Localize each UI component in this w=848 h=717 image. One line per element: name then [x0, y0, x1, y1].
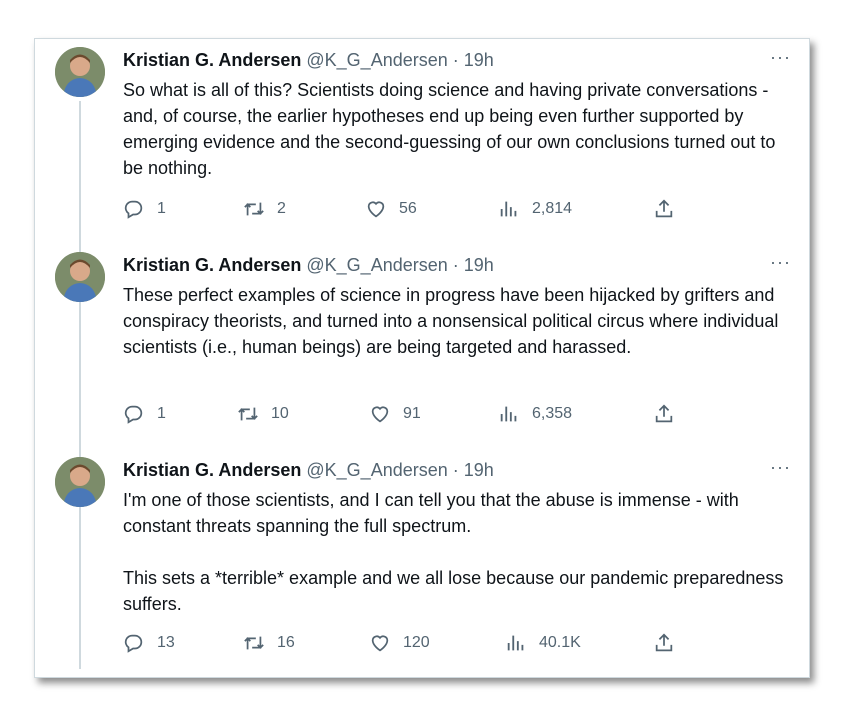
author-handle[interactable]: @K_G_Andersen — [306, 50, 447, 70]
reply-icon — [124, 405, 143, 424]
retweet-icon — [244, 202, 264, 216]
share-icon — [655, 633, 673, 652]
like-button[interactable]: 56 — [365, 197, 417, 221]
reply-count: 1 — [157, 200, 166, 217]
tweet-paragraph: I'm one of those scientists, and I can t… — [123, 490, 739, 536]
retweet-button[interactable]: 10 — [237, 402, 289, 426]
like-count: 120 — [403, 634, 430, 651]
share-button[interactable] — [653, 197, 687, 221]
views-count: 2,814 — [532, 200, 573, 217]
tweet-text: I'm one of those scientists, and I can t… — [123, 487, 793, 617]
separator: · — [452, 50, 459, 70]
author-name[interactable]: Kristian G. Andersen — [123, 50, 301, 70]
share-button[interactable] — [653, 631, 687, 655]
retweet-button[interactable]: 2 — [243, 197, 286, 221]
tweet-paragraph: So what is all of this? Scientists doing… — [123, 80, 776, 178]
like-icon — [371, 635, 389, 652]
views-count: 40.1K — [539, 634, 581, 651]
like-icon — [367, 201, 385, 218]
reply-icon — [124, 200, 143, 219]
avatar[interactable] — [55, 457, 105, 507]
reply-button[interactable]: 1 — [123, 197, 166, 221]
like-button[interactable]: 120 — [369, 631, 430, 655]
views-icon — [500, 201, 517, 217]
views-button[interactable]: 6,358 — [498, 402, 572, 426]
author-handle[interactable]: @K_G_Andersen — [306, 460, 447, 480]
timestamp[interactable]: 19h — [464, 50, 494, 70]
retweet-count: 2 — [277, 200, 286, 217]
views-icon — [507, 635, 524, 651]
separator: · — [452, 460, 459, 480]
share-icon — [655, 199, 673, 218]
more-options-button[interactable]: ··· — [770, 457, 791, 477]
retweet-count: 10 — [271, 405, 289, 422]
retweet-button[interactable]: 16 — [243, 631, 295, 655]
like-icon — [371, 406, 389, 423]
retweet-count: 16 — [277, 634, 295, 651]
like-button[interactable]: 91 — [369, 402, 421, 426]
tweet-actions: 1 10 91 6,358 — [123, 402, 723, 426]
share-icon — [655, 404, 673, 423]
tweet-paragraph: This sets a *terrible* example and we al… — [123, 568, 784, 614]
timestamp[interactable]: 19h — [464, 460, 494, 480]
tweet-header: Kristian G. Andersen @K_G_Andersen · 19h — [123, 49, 494, 71]
tweet-header: Kristian G. Andersen @K_G_Andersen · 19h — [123, 459, 494, 481]
tweet[interactable]: Kristian G. Andersen @K_G_Andersen · 19h… — [35, 244, 809, 449]
author-handle[interactable]: @K_G_Andersen — [306, 255, 447, 275]
timestamp[interactable]: 19h — [464, 255, 494, 275]
avatar[interactable] — [55, 47, 105, 97]
tweet[interactable]: Kristian G. Andersen @K_G_Andersen · 19h… — [35, 449, 809, 679]
tweet-actions: 1 2 56 2,814 — [123, 197, 723, 221]
more-options-button[interactable]: ··· — [770, 252, 791, 272]
like-count: 91 — [403, 405, 421, 422]
avatar[interactable] — [55, 252, 105, 302]
views-button[interactable]: 2,814 — [498, 197, 572, 221]
author-name[interactable]: Kristian G. Andersen — [123, 255, 301, 275]
tweet-header: Kristian G. Andersen @K_G_Andersen · 19h — [123, 254, 494, 276]
views-icon — [500, 406, 517, 422]
tweet-text: So what is all of this? Scientists doing… — [123, 77, 793, 181]
reply-count: 1 — [157, 405, 166, 422]
retweet-icon — [238, 407, 258, 421]
reply-count: 13 — [157, 634, 175, 651]
tweet-paragraph: These perfect examples of science in pro… — [123, 285, 779, 357]
reply-button[interactable]: 13 — [123, 631, 175, 655]
tweet-actions: 13 16 120 40.1K — [123, 631, 723, 655]
separator: · — [452, 255, 459, 275]
reply-button[interactable]: 1 — [123, 402, 166, 426]
retweet-icon — [244, 636, 264, 650]
more-options-button[interactable]: ··· — [770, 47, 791, 67]
tweet-text: These perfect examples of science in pro… — [123, 282, 793, 360]
tweet[interactable]: Kristian G. Andersen @K_G_Andersen · 19h… — [35, 39, 809, 244]
like-count: 56 — [399, 200, 417, 217]
author-name[interactable]: Kristian G. Andersen — [123, 460, 301, 480]
views-button[interactable]: 40.1K — [505, 631, 581, 655]
reply-icon — [124, 634, 143, 653]
share-button[interactable] — [653, 402, 687, 426]
tweet-thread-card: Kristian G. Andersen @K_G_Andersen · 19h… — [34, 38, 810, 678]
views-count: 6,358 — [532, 405, 573, 422]
